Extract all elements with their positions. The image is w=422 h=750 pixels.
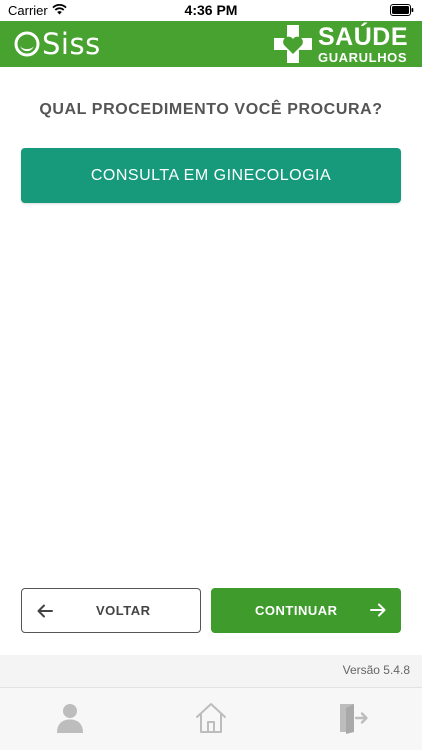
- app-header: Siss SAÚDE GUARULHOS: [0, 21, 422, 67]
- user-icon[interactable]: [53, 701, 87, 735]
- home-icon[interactable]: [194, 701, 228, 735]
- continue-button-label: CONTINUAR: [255, 603, 338, 618]
- brand-line1: SAÚDE: [317, 22, 408, 51]
- siss-logo: Siss: [14, 27, 101, 61]
- arrow-left-icon: [37, 604, 53, 618]
- app-version: Versão 5.4.8: [342, 663, 410, 677]
- version-strip: Versão 5.4.8: [0, 655, 422, 687]
- tab-bar: [0, 687, 422, 750]
- clock: 4:36 PM: [184, 2, 238, 18]
- procedure-option-label: CONSULTA EM GINECOLOGIA: [90, 166, 332, 184]
- page-question: QUAL PROCEDIMENTO VOCÊ PROCURA?: [39, 101, 383, 118]
- exit-door-icon[interactable]: [335, 701, 369, 735]
- health-cross-heart-icon: [273, 25, 312, 63]
- brand-line2: GUARULHOS: [317, 49, 408, 65]
- continue-button[interactable]: CONTINUAR: [211, 588, 401, 633]
- siss-mark-icon: [14, 31, 40, 57]
- arrow-right-icon: [370, 603, 386, 617]
- battery-icon: [390, 4, 414, 16]
- app-name: Siss: [42, 27, 101, 61]
- back-button-label: VOLTAR: [96, 603, 151, 618]
- back-button[interactable]: VOLTAR: [21, 588, 201, 633]
- procedure-option-button[interactable]: CONSULTA EM GINECOLOGIA: [21, 148, 401, 203]
- saude-guarulhos-logo: SAÚDE GUARULHOS: [271, 22, 408, 66]
- status-bar: Carrier 4:36 PM: [0, 0, 422, 21]
